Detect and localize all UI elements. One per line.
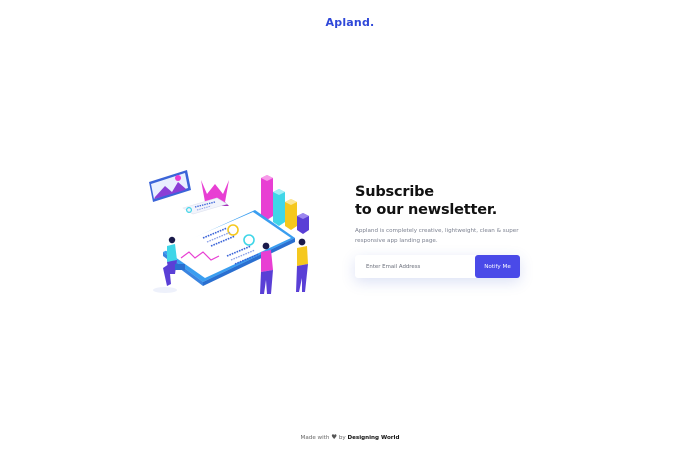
footer-credit: Made with ♥ by Designing World <box>0 433 700 441</box>
newsletter-form: Notify Me <box>355 255 520 278</box>
notify-me-button[interactable]: Notify Me <box>475 255 520 278</box>
footer-credit-link[interactable]: Designing World <box>347 435 399 441</box>
site-logo-text: Apland <box>325 16 371 29</box>
newsletter-illustration <box>149 170 309 294</box>
headline-line-2: to our newsletter. <box>355 202 498 218</box>
heart-icon: ♥ <box>331 433 338 441</box>
newsletter-headline: Subscribe to our newsletter. <box>355 183 555 219</box>
newsletter-description: Appland is completely creative, lightwei… <box>355 228 519 244</box>
person-right-graphic <box>296 238 308 292</box>
footer-by: by <box>338 435 346 441</box>
newsletter-content: Subscribe to our newsletter. Appland is … <box>355 183 555 246</box>
landscape-card-graphic <box>149 170 191 202</box>
email-input[interactable] <box>355 255 475 278</box>
site-logo-dot: . <box>370 16 375 29</box>
site-logo[interactable]: Apland. <box>0 16 700 29</box>
footer-made-with: Made with <box>300 435 330 441</box>
headline-line-1: Subscribe <box>355 184 434 200</box>
